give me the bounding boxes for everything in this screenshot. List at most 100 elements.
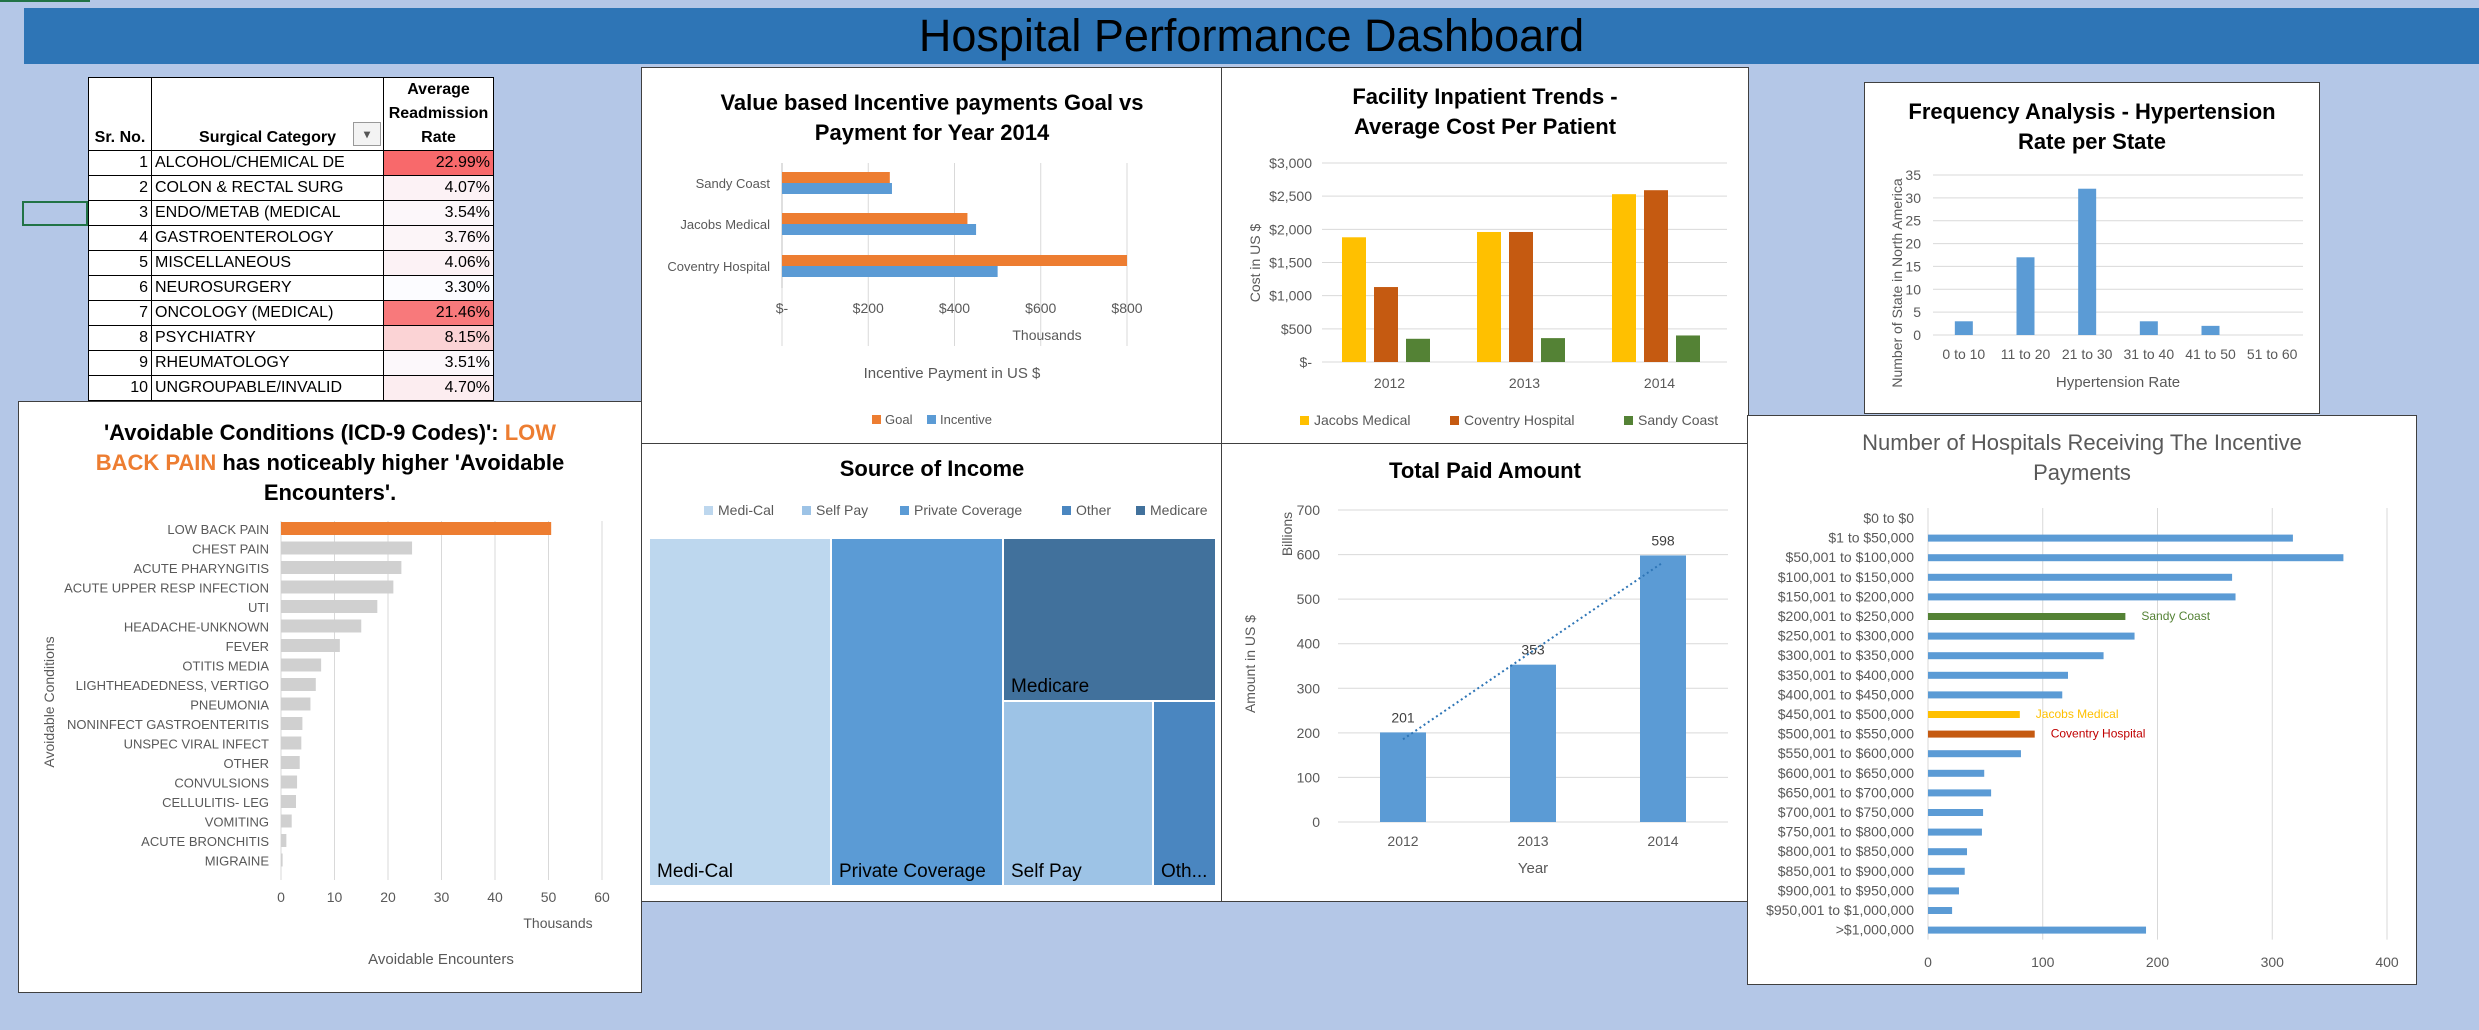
row-sr-no[interactable]: 4 <box>88 225 152 251</box>
bar-incentive <box>782 224 977 235</box>
row-readmission-rate[interactable]: 21.46% <box>383 300 494 326</box>
row-readmission-rate[interactable]: 22.99% <box>383 150 494 176</box>
y-tick-label: 5 <box>1913 304 1921 320</box>
category-label: $150,001 to $200,000 <box>1778 588 1914 604</box>
paid-bar <box>1380 732 1426 822</box>
units-label: Thousands <box>523 915 592 931</box>
row-sr-no[interactable]: 2 <box>88 175 152 201</box>
row-readmission-rate[interactable]: 3.54% <box>383 200 494 226</box>
bar-coventry-hospital <box>1509 231 1533 362</box>
table-row: 1 ALCOHOL/CHEMICAL DE 22.99% <box>88 150 494 176</box>
legend-label: Private Coverage <box>914 502 1022 518</box>
legend-swatch <box>1450 416 1459 425</box>
header-surgical-category[interactable]: Surgical Category ▾ <box>151 77 384 151</box>
x-tick-label: 10 <box>327 889 343 905</box>
row-sr-no[interactable]: 1 <box>88 150 152 176</box>
tile-medi-cal <box>650 539 830 885</box>
y-tick-label: 700 <box>1297 502 1321 518</box>
y-tick-label: $500 <box>1281 321 1312 337</box>
category-label: UTI <box>248 600 269 615</box>
row-sr-no[interactable]: 6 <box>88 275 152 301</box>
row-readmission-rate[interactable]: 3.76% <box>383 225 494 251</box>
legend-swatch <box>927 415 936 424</box>
row-readmission-rate[interactable]: 8.15% <box>383 325 494 351</box>
bar-fever <box>281 639 340 652</box>
row-category[interactable]: ONCOLOGY (MEDICAL) <box>151 300 384 326</box>
row-category[interactable]: NEUROSURGERY <box>151 275 384 301</box>
category-label: Coventry Hospital <box>667 259 770 274</box>
tile-self-pay <box>1004 702 1152 885</box>
row-sr-no[interactable]: 7 <box>88 300 152 326</box>
income-chart-panel: Source of Income Medi-Cal Self Pay Private… <box>641 443 1223 902</box>
hospital-count-bar <box>1928 907 1953 914</box>
hospital-count-bar <box>1928 691 2063 699</box>
dashboard-title: Hospital Performance Dashboard <box>918 10 1585 61</box>
x-tick-label: 2014 <box>1647 833 1678 849</box>
row-readmission-rate[interactable]: 4.70% <box>383 375 494 401</box>
row-readmission-rate[interactable]: 3.51% <box>383 350 494 376</box>
selected-cell[interactable] <box>22 201 88 226</box>
row-category[interactable]: RHEUMATOLOGY <box>151 350 384 376</box>
bar-incentive <box>782 183 892 194</box>
legend-swatch <box>1300 416 1309 425</box>
y-tick-label: $1,000 <box>1269 288 1312 304</box>
row-sr-no[interactable]: 5 <box>88 250 152 276</box>
category-label: $500,001 to $550,000 <box>1778 726 1914 742</box>
row-category[interactable]: GASTROENTEROLOGY <box>151 225 384 251</box>
bar-convulsions <box>281 775 298 789</box>
row-sr-no[interactable]: 8 <box>88 325 152 351</box>
bar-uti <box>281 600 378 613</box>
hospital-count-bar <box>1928 926 2147 934</box>
hospital-count-bar <box>1928 789 1992 797</box>
row-category[interactable]: COLON & RECTAL SURG <box>151 175 384 201</box>
bar-other <box>281 756 300 769</box>
filter-dropdown-icon[interactable]: ▾ <box>353 122 381 146</box>
row-readmission-rate[interactable]: 4.06% <box>383 250 494 276</box>
x-axis-title: Avoidable Encounters <box>368 951 514 968</box>
x-tick-label: $800 <box>1111 300 1142 316</box>
legend-swatch <box>802 506 811 515</box>
hospital-count-bar <box>1928 554 2344 562</box>
row-sr-no[interactable]: 9 <box>88 350 152 376</box>
category-label: PNEUMONIA <box>190 698 269 713</box>
x-tick-label: 400 <box>2375 954 2399 970</box>
bar-migraine <box>281 853 283 867</box>
row-category[interactable]: ENDO/METAB (MEDICAL <box>151 200 384 226</box>
data-label: 598 <box>1651 532 1675 548</box>
bar-sandy-coast <box>1541 338 1565 362</box>
bar-jacobs-medical <box>1928 711 2020 718</box>
y-tick-label: $2,500 <box>1269 188 1312 204</box>
y-tick-label: 300 <box>1297 680 1321 696</box>
hospital-count-bar <box>1928 632 2135 640</box>
category-label: $700,001 to $750,000 <box>1778 804 1914 820</box>
category-label: $550,001 to $600,000 <box>1778 745 1914 761</box>
category-label: $800,001 to $850,000 <box>1778 843 1914 859</box>
row-readmission-rate[interactable]: 4.07% <box>383 175 494 201</box>
category-label: MIGRAINE <box>205 854 270 869</box>
category-label: VOMITING <box>205 815 269 830</box>
row-category[interactable]: MISCELLANEOUS <box>151 250 384 276</box>
histogram-bar <box>1954 321 1973 335</box>
x-tick-label: 0 <box>277 889 285 905</box>
y-tick-label: 35 <box>1905 167 1921 183</box>
y-axis-title: Avoidable Conditions <box>41 636 57 767</box>
category-label: $0 to $0 <box>1863 510 1914 526</box>
category-label: $750,001 to $800,000 <box>1778 824 1914 840</box>
row-readmission-rate[interactable]: 3.30% <box>383 275 494 301</box>
y-tick-label: $- <box>1300 354 1313 370</box>
bar-jacobs-medical <box>1477 231 1501 362</box>
row-sr-no[interactable]: 3 <box>88 200 152 226</box>
row-category[interactable]: UNGROUPABLE/INVALID <box>151 375 384 401</box>
y-tick-label: 25 <box>1905 213 1921 229</box>
x-tick-label: $400 <box>939 300 970 316</box>
data-label: 201 <box>1391 709 1415 725</box>
tile-private-coverage-label: Private Coverage <box>839 861 986 882</box>
selection-marker <box>0 0 90 2</box>
bar-acute-upper-resp-infection <box>281 580 394 594</box>
row-category[interactable]: PSYCHIATRY <box>151 325 384 351</box>
legend-label: Goal <box>885 412 913 427</box>
avoidable-chart: 0 10 20 30 40 50 60 LOW BACK PAIN CHEST PAIN ACUT… <box>41 521 610 968</box>
hospitals-chart-panel: Number of Hospitals Receiving The Incent… <box>1747 415 2417 985</box>
row-category[interactable]: ALCOHOL/CHEMICAL DE <box>151 150 384 176</box>
row-sr-no[interactable]: 10 <box>88 375 152 401</box>
